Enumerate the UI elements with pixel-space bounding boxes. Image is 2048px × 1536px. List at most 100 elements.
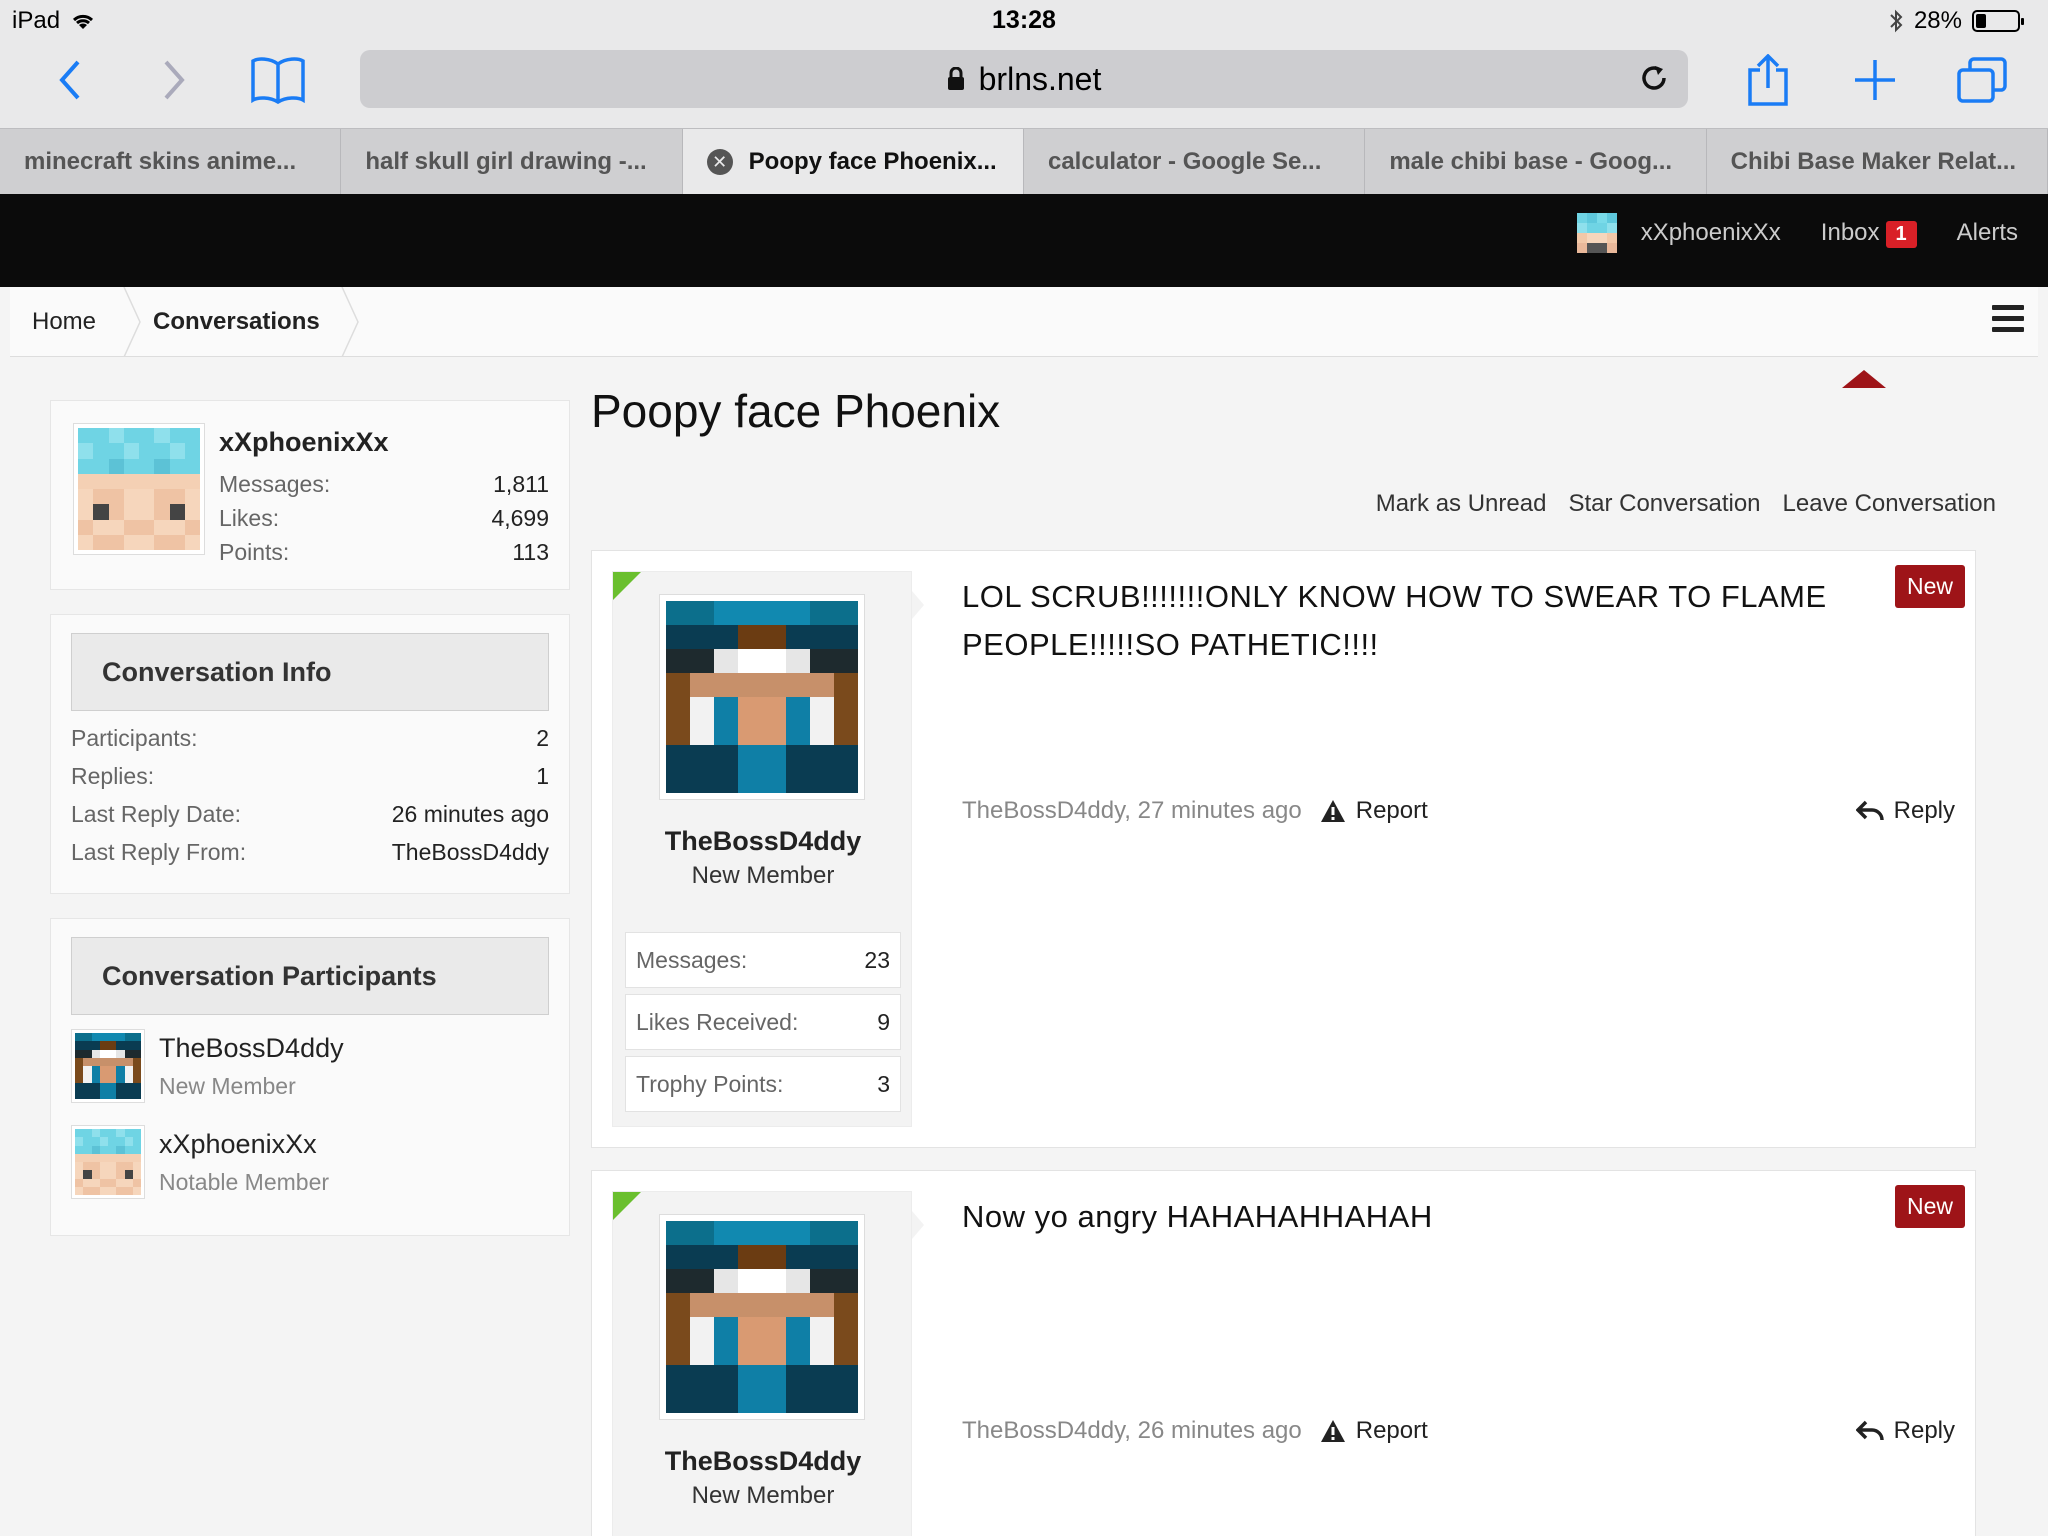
- profile-stat: Messages: 1,811: [219, 471, 549, 497]
- participant-name[interactable]: xXphoenixXx: [159, 1129, 317, 1160]
- breadcrumb-conversations[interactable]: Conversations: [153, 287, 320, 357]
- tab-calculator[interactable]: calculator - Google Se...: [1024, 129, 1366, 195]
- user-title: New Member: [691, 862, 835, 889]
- avatar[interactable]: [659, 594, 865, 800]
- status-bar: iPad 13:28 28%: [0, 0, 2048, 40]
- tab-male-chibi[interactable]: male chibi base - Goog...: [1365, 129, 1707, 195]
- browser-toolbar: brlns.net: [0, 40, 2048, 128]
- message-pointer: [912, 591, 924, 619]
- section-heading: Conversation Participants: [71, 937, 549, 1015]
- report-link[interactable]: Report: [1320, 797, 1428, 825]
- report-link[interactable]: Report: [1320, 1417, 1428, 1445]
- header-username: xXphoenixXx: [1640, 219, 1781, 246]
- message-author-date[interactable]: TheBossD4ddy, 26 minutes ago: [962, 1417, 1302, 1445]
- message-author[interactable]: TheBossD4ddy: [613, 826, 913, 857]
- profile-avatar[interactable]: [73, 423, 205, 555]
- reply-button[interactable]: Reply: [1855, 1417, 1955, 1445]
- participant-item[interactable]: xXphoenixXx Notable Member: [71, 1125, 549, 1205]
- mark-unread-link[interactable]: Mark as Unread: [1376, 490, 1547, 518]
- site-header: xXphoenixXx Inbox 1 Alerts: [0, 194, 2048, 287]
- new-message-corner: [613, 1192, 641, 1220]
- avatar[interactable]: [71, 1125, 145, 1199]
- tab-chibi-base-maker[interactable]: Chibi Base Maker Relat...: [1707, 129, 2048, 195]
- hamburger-menu-icon[interactable]: [1992, 305, 2024, 335]
- user-menu[interactable]: xXphoenixXx: [1576, 213, 1781, 253]
- user-stat: Trophy Points: 3: [625, 1056, 901, 1112]
- inbox-label: Inbox: [1820, 218, 1880, 246]
- reply-icon: [1855, 800, 1884, 821]
- message: TheBossD4ddy New Member Messages: 23 Like…: [591, 550, 1976, 1148]
- inbox-count-badge: 1: [1885, 220, 1917, 248]
- participant-name[interactable]: TheBossD4ddy: [159, 1033, 344, 1064]
- tab-strip: minecraft skins anime... half skull girl…: [0, 128, 2048, 195]
- plus-icon: [1855, 60, 1895, 100]
- info-row: Last Reply From: TheBossD4ddy: [71, 839, 549, 866]
- user-stat: Messages: 23: [625, 932, 901, 988]
- avatar[interactable]: [71, 1029, 145, 1103]
- address-bar[interactable]: brlns.net: [360, 50, 1688, 108]
- bookmarks-button[interactable]: [248, 50, 308, 110]
- info-row: Replies: 1: [71, 763, 549, 789]
- profile-stat: Points: 113: [219, 539, 549, 565]
- inbox-link[interactable]: Inbox 1: [1821, 219, 1917, 248]
- leave-conversation-link[interactable]: Leave Conversation: [1783, 490, 1996, 518]
- message-author[interactable]: TheBossD4ddy: [613, 1446, 913, 1477]
- chevron-right-icon: [164, 60, 185, 100]
- lock-icon: [947, 67, 964, 90]
- new-tab-button[interactable]: [1845, 50, 1905, 110]
- participant-role: New Member: [159, 1073, 296, 1099]
- tabs-overview-button[interactable]: [1952, 50, 2012, 110]
- tab-label: half skull girl drawing -...: [365, 148, 647, 175]
- share-button[interactable]: [1738, 50, 1798, 110]
- conversation-info-panel: Conversation Info Participants: 2 Replies…: [50, 614, 570, 894]
- alerts-link[interactable]: Alerts: [1957, 219, 2018, 247]
- message-user-info: TheBossD4ddy New Member Messages: 23 Like…: [612, 571, 912, 1127]
- avatar[interactable]: [659, 1214, 865, 1420]
- battery-percent: 28%: [1913, 7, 1962, 34]
- new-message-corner: [613, 572, 641, 600]
- conversation-actions: Mark as Unread Star Conversation Leave C…: [1376, 490, 1996, 518]
- reply-icon: [1855, 1420, 1884, 1441]
- user-stat: Likes Received: 9: [625, 994, 901, 1050]
- scroll-up-arrow-icon[interactable]: [1842, 370, 1886, 388]
- star-conversation-link[interactable]: Star Conversation: [1568, 490, 1760, 518]
- warning-icon: [1320, 1420, 1345, 1442]
- message: TheBossD4ddy New Member Now yo angry HAH…: [591, 1170, 1976, 1536]
- profile-username[interactable]: xXphoenixXx: [219, 427, 389, 458]
- chevron-left-icon: [59, 60, 80, 100]
- breadcrumb-home[interactable]: Home: [32, 287, 96, 357]
- avatar: [1576, 213, 1617, 253]
- reply-button[interactable]: Reply: [1855, 797, 1955, 825]
- breadcrumb-separator: [341, 287, 359, 357]
- participants-panel: Conversation Participants TheBossD4ddy N…: [50, 918, 570, 1236]
- breadcrumb-separator: [123, 287, 141, 357]
- message-text: LOL SCRUB!!!!!!!ONLY KNOW HOW TO SWEAR T…: [962, 579, 1827, 662]
- new-badge: New: [1894, 565, 1965, 608]
- tabs-icon: [1957, 57, 2007, 103]
- warning-icon: [1320, 800, 1345, 822]
- section-heading: Conversation Info: [71, 633, 549, 711]
- reload-icon[interactable]: [1638, 62, 1670, 94]
- tab-poopy-face[interactable]: ✕ Poopy face Phoenix...: [682, 129, 1024, 195]
- share-icon: [1748, 54, 1788, 106]
- message-meta: TheBossD4ddy, 27 minutes ago Report: [962, 797, 1428, 825]
- message-meta: TheBossD4ddy, 26 minutes ago Report: [962, 1417, 1428, 1445]
- participant-item[interactable]: TheBossD4ddy New Member: [71, 1029, 549, 1109]
- message-text: Now yo angry HAHAHAHHAHAH: [962, 1199, 1433, 1234]
- battery-icon: [1972, 10, 2024, 32]
- participant-role: Notable Member: [159, 1169, 330, 1195]
- info-row: Participants: 2: [71, 725, 549, 751]
- profile-stat: Likes: 4,699: [219, 505, 549, 531]
- page-title: Poopy face Phoenix: [591, 385, 1001, 437]
- last-reply-user-link[interactable]: TheBossD4ddy: [392, 839, 549, 866]
- forward-button[interactable]: [144, 50, 204, 110]
- tab-label: male chibi base - Goog...: [1389, 148, 1673, 175]
- back-button[interactable]: [40, 50, 100, 110]
- new-badge: New: [1894, 1185, 1965, 1228]
- user-title: New Member: [691, 1482, 835, 1509]
- visitor-panel: xXphoenixXx Messages: 1,811 Likes: 4,699 P…: [50, 400, 570, 590]
- tab-minecraft-skins[interactable]: minecraft skins anime...: [0, 129, 342, 195]
- message-author-date[interactable]: TheBossD4ddy, 27 minutes ago: [962, 797, 1302, 825]
- tab-half-skull[interactable]: half skull girl drawing -...: [341, 129, 683, 195]
- close-tab-icon[interactable]: ✕: [706, 149, 733, 175]
